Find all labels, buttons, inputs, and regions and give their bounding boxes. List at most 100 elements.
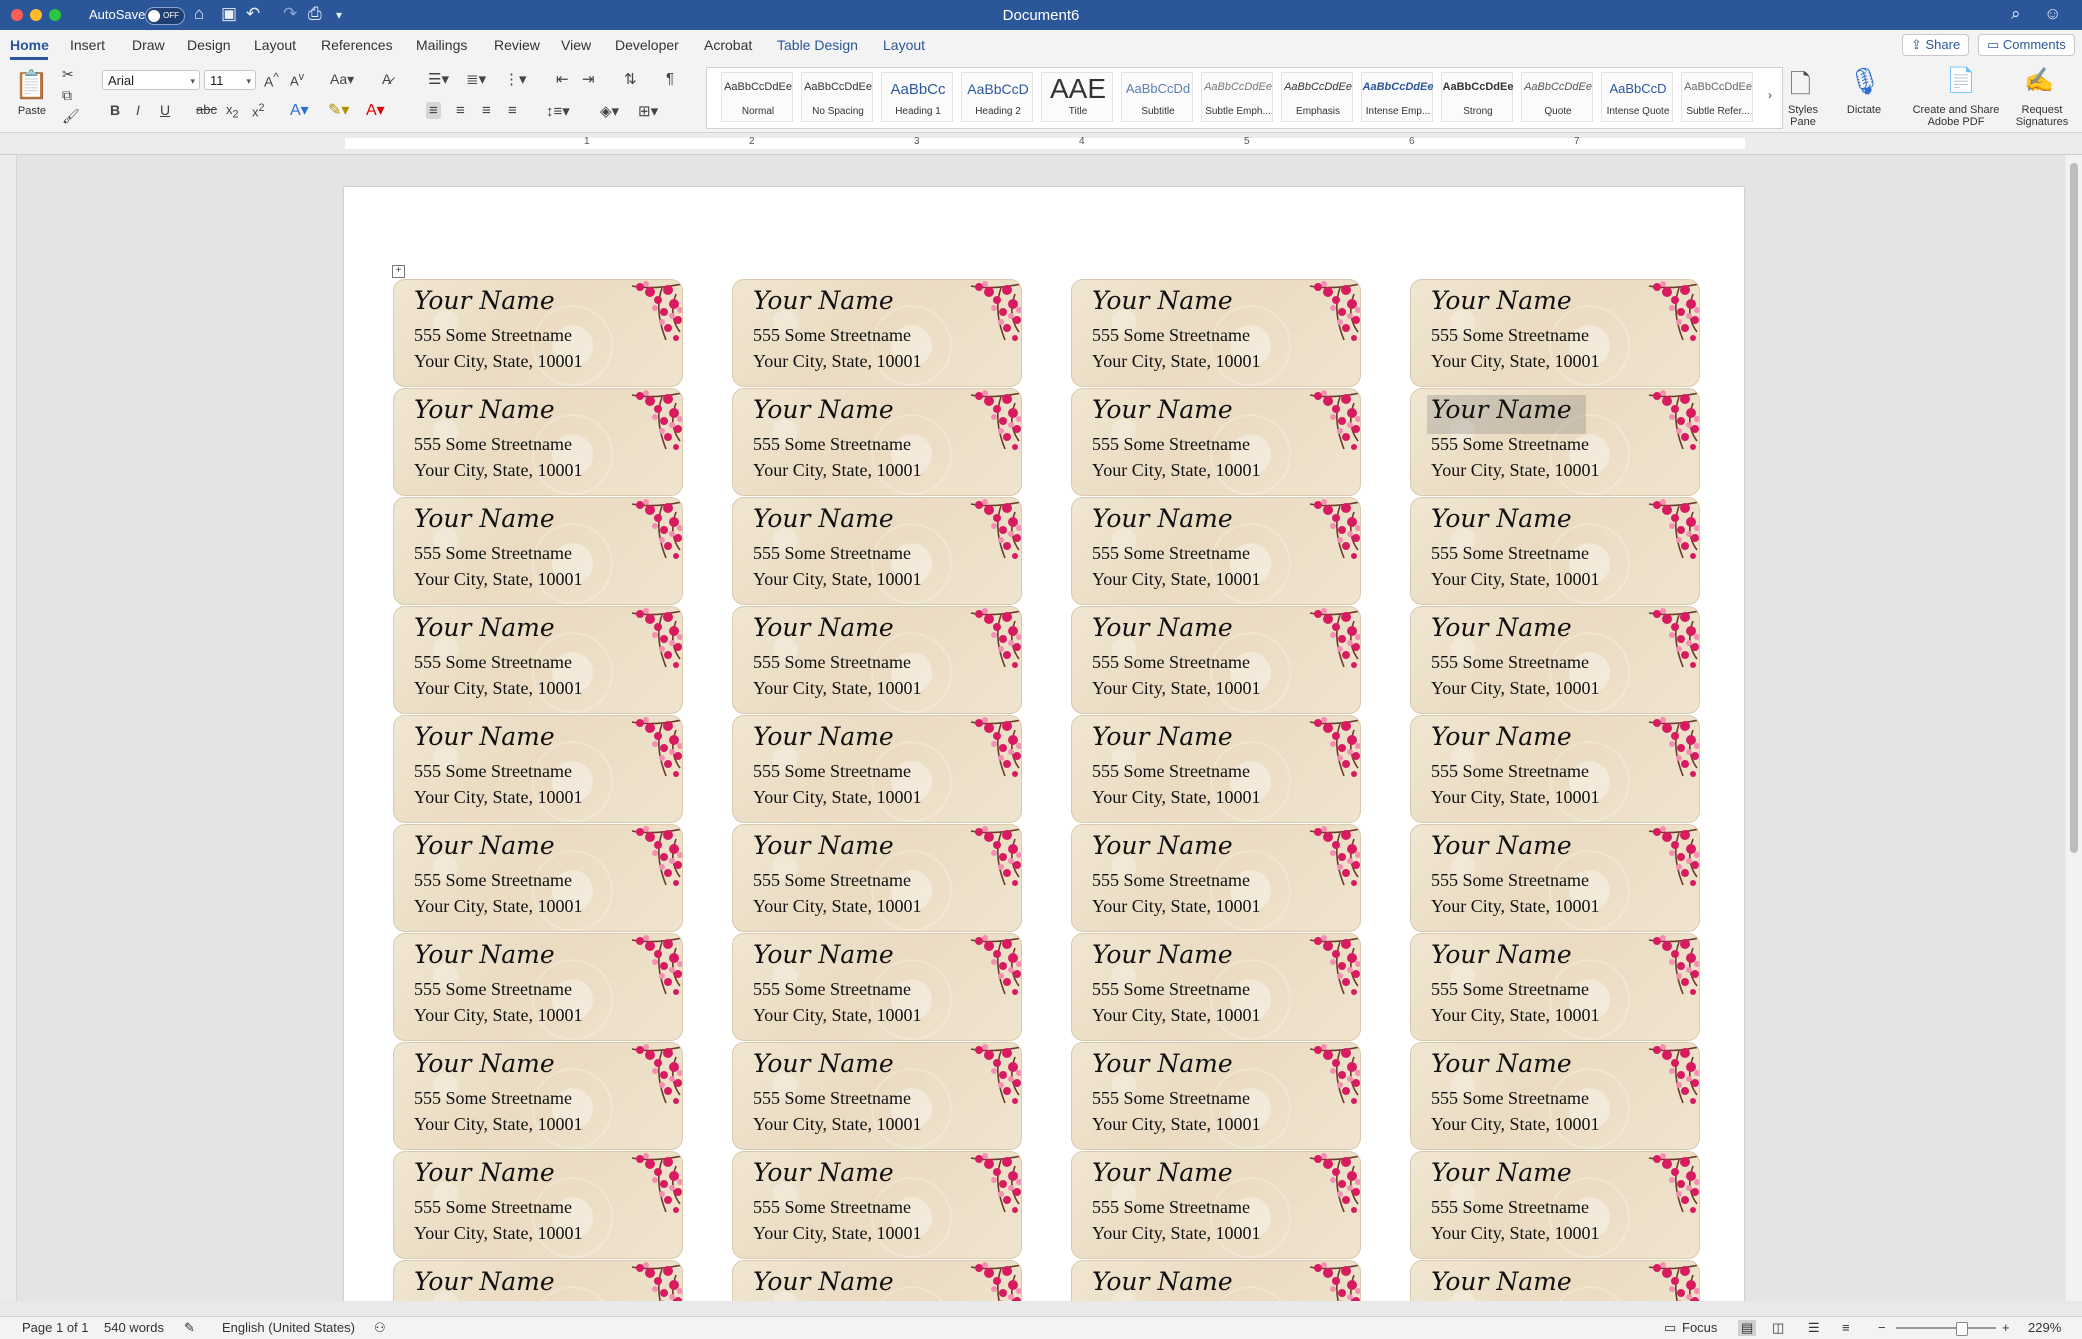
style-subtle-emph[interactable]: AaBbCcDdEe Subtle Emph... xyxy=(1201,72,1273,122)
zoom-level[interactable]: 229% xyxy=(2028,1320,2061,1335)
label-city[interactable]: Your City, State, 10001 xyxy=(1092,678,1261,699)
web-layout-icon[interactable]: ◫ xyxy=(1772,1320,1784,1336)
clear-formatting-icon[interactable]: A̷ xyxy=(382,71,391,87)
style-normal[interactable]: AaBbCcDdEe Normal xyxy=(721,72,793,122)
page[interactable]: + Your Name 555 Some Streetname Your City,… xyxy=(344,187,1744,1301)
tab-home[interactable]: Home xyxy=(10,37,49,53)
label-street[interactable]: 555 Some Streetname xyxy=(1431,652,1589,673)
focus-icon[interactable]: ▭ xyxy=(1664,1320,1676,1336)
address-label[interactable]: Your Name555 Some StreetnameYour City, S… xyxy=(732,388,1022,496)
label-city[interactable]: Your City, State, 10001 xyxy=(1431,460,1600,481)
label-street[interactable]: 555 Some Streetname xyxy=(1431,434,1589,455)
shading-icon[interactable]: ◈▾ xyxy=(600,102,619,120)
multilevel-list-icon[interactable]: ⋮▾ xyxy=(504,70,527,88)
label-city[interactable]: Your City, State, 10001 xyxy=(1092,460,1261,481)
style-emphasis[interactable]: AaBbCcDdEe Emphasis xyxy=(1281,72,1353,122)
label-street[interactable]: 555 Some Streetname xyxy=(1092,652,1250,673)
label-street[interactable]: 555 Some Streetname xyxy=(414,652,572,673)
label-city[interactable]: Your City, State, 10001 xyxy=(753,678,922,699)
address-label[interactable]: Your Name555 Some StreetnameYour City, S… xyxy=(1410,824,1700,932)
address-label[interactable]: Your Name555 Some StreetnameYour City, S… xyxy=(1071,1260,1361,1301)
label-street[interactable]: 555 Some Streetname xyxy=(1092,1197,1250,1218)
subscript-icon[interactable]: x2 xyxy=(226,102,239,121)
address-label[interactable]: Your Name555 Some StreetnameYour City, S… xyxy=(1071,824,1361,932)
address-label[interactable]: Your Name555 Some StreetnameYour City, S… xyxy=(393,715,683,823)
label-name[interactable]: Your Name xyxy=(414,613,555,642)
label-name[interactable]: Your Name xyxy=(753,1049,894,1078)
tab-layout[interactable]: Layout xyxy=(254,37,296,53)
label-street[interactable]: 555 Some Streetname xyxy=(414,434,572,455)
align-center-icon[interactable]: ≡ xyxy=(456,102,465,119)
label-name[interactable]: Your Name xyxy=(414,395,555,424)
address-label[interactable]: Your Name555 Some StreetnameYour City, S… xyxy=(393,388,683,496)
label-street[interactable]: 555 Some Streetname xyxy=(1431,1088,1589,1109)
label-street[interactable]: 555 Some Streetname xyxy=(414,979,572,1000)
address-label[interactable]: Your Name555 Some StreetnameYour City, S… xyxy=(393,279,683,387)
address-label[interactable]: Your Name555 Some StreetnameYour City, S… xyxy=(1410,497,1700,605)
label-name[interactable]: Your Name xyxy=(1431,940,1572,969)
address-label[interactable]: Your Name555 Some StreetnameYour City, S… xyxy=(1410,933,1700,1041)
tab-mailings[interactable]: Mailings xyxy=(416,37,467,53)
label-street[interactable]: 555 Some Streetname xyxy=(1431,1197,1589,1218)
label-name[interactable]: Your Name xyxy=(1431,1049,1572,1078)
label-name[interactable]: Your Name xyxy=(1092,613,1233,642)
tab-developer[interactable]: Developer xyxy=(615,37,679,53)
label-city[interactable]: Your City, State, 10001 xyxy=(1092,351,1261,372)
label-street[interactable]: 555 Some Streetname xyxy=(753,761,911,782)
label-street[interactable]: 555 Some Streetname xyxy=(1431,325,1589,346)
decrease-indent-icon[interactable]: ⇤ xyxy=(556,70,569,88)
label-name[interactable]: Your Name xyxy=(753,504,894,533)
label-name[interactable]: Your Name xyxy=(1431,504,1572,533)
print-layout-icon[interactable]: ▤ xyxy=(1738,1320,1757,1336)
paste-icon[interactable]: 📋 xyxy=(14,68,49,101)
label-name[interactable]: Your Name xyxy=(414,1267,555,1296)
label-name[interactable]: Your Name xyxy=(414,1049,555,1078)
label-city[interactable]: Your City, State, 10001 xyxy=(1431,351,1600,372)
grow-font-icon[interactable]: A^ xyxy=(264,71,279,90)
label-street[interactable]: 555 Some Streetname xyxy=(1431,543,1589,564)
tab-table-layout[interactable]: Layout xyxy=(883,37,925,53)
format-painter-icon[interactable]: 🖌 xyxy=(62,108,80,125)
label-street[interactable]: 555 Some Streetname xyxy=(1092,870,1250,891)
address-label[interactable]: Your Name555 Some StreetnameYour City, S… xyxy=(732,1042,1022,1150)
label-name[interactable]: Your Name xyxy=(1092,1158,1233,1187)
label-name[interactable]: Your Name xyxy=(1431,722,1572,751)
label-city[interactable]: Your City, State, 10001 xyxy=(1092,1114,1261,1135)
style-heading-1[interactable]: AaBbCc Heading 1 xyxy=(881,72,953,122)
label-name[interactable]: Your Name xyxy=(414,722,555,751)
document-canvas[interactable]: + Your Name 555 Some Streetname Your City,… xyxy=(17,155,2065,1301)
label-name[interactable]: Your Name xyxy=(753,1267,894,1296)
borders-icon[interactable]: ⊞▾ xyxy=(638,102,658,120)
tab-draw[interactable]: Draw xyxy=(132,37,165,53)
address-label[interactable]: Your Name555 Some StreetnameYour City, S… xyxy=(1410,1151,1700,1259)
label-street[interactable]: 555 Some Streetname xyxy=(1092,434,1250,455)
label-name[interactable]: Your Name xyxy=(753,940,894,969)
tab-insert[interactable]: Insert xyxy=(70,37,105,53)
address-label[interactable]: Your Name555 Some StreetnameYour City, S… xyxy=(393,606,683,714)
style-subtle-refer[interactable]: AaBbCcDdEe Subtle Refer... xyxy=(1681,72,1753,122)
address-label[interactable]: Your Name 555 Some Streetname Your City, S… xyxy=(1410,1042,1700,1150)
style-heading-2[interactable]: AaBbCcD Heading 2 xyxy=(961,72,1033,122)
label-name[interactable]: Your Name xyxy=(1431,613,1572,642)
scrollbar-thumb[interactable] xyxy=(2070,163,2078,853)
label-city[interactable]: Your City, State, 10001 xyxy=(414,351,583,372)
address-label[interactable]: Your Name555 Some StreetnameYour City, S… xyxy=(1071,279,1361,387)
label-city[interactable]: Your City, State, 10001 xyxy=(1092,569,1261,590)
bullets-icon[interactable]: ☰▾ xyxy=(428,70,449,88)
share-button[interactable]: ⇪ Share xyxy=(1902,34,1970,56)
request-signatures-label[interactable]: Request Signatures xyxy=(2010,104,2074,128)
label-street[interactable]: 555 Some Streetname xyxy=(753,870,911,891)
label-street[interactable]: 555 Some Streetname xyxy=(1092,1088,1250,1109)
label-city[interactable]: Your City, State, 10001 xyxy=(1431,1114,1600,1135)
address-label[interactable]: Your Name555 Some StreetnameYour City, S… xyxy=(732,497,1022,605)
address-label[interactable]: Your Name555 Some StreetnameYour City, S… xyxy=(1071,497,1361,605)
superscript-icon[interactable]: x2 xyxy=(252,102,265,119)
comments-button[interactable]: ▭ Comments xyxy=(1978,34,2075,56)
italic-icon[interactable]: I xyxy=(136,102,140,118)
numbering-icon[interactable]: ≣▾ xyxy=(466,70,486,88)
zoom-out-icon[interactable]: − xyxy=(1878,1320,1886,1335)
copy-icon[interactable]: ⧉ xyxy=(62,87,72,104)
label-street[interactable]: 555 Some Streetname xyxy=(414,1088,572,1109)
label-name[interactable]: Your Name xyxy=(753,395,894,424)
label-street[interactable]: 555 Some Streetname xyxy=(753,1088,911,1109)
